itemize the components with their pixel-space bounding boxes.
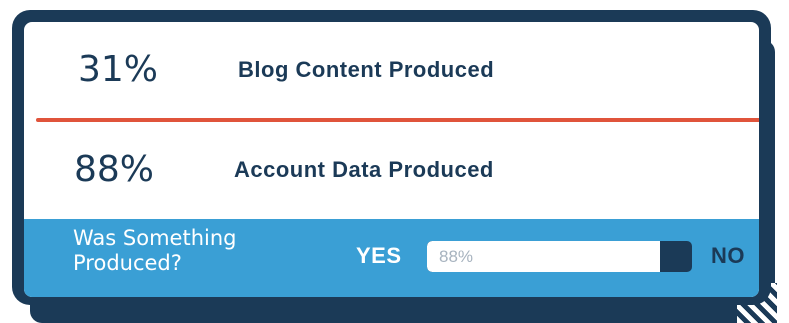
stats-card-body: 31% Blog Content Produced 88% Account Da… — [24, 22, 759, 297]
poll-yes-button[interactable]: YES — [356, 243, 402, 269]
stat-value-blog: 31% — [78, 49, 159, 90]
poll-progress-text: 88% — [439, 247, 474, 266]
poll-question: Was Something Produced? — [73, 226, 237, 275]
stat-label-blog: Blog Content Produced — [238, 56, 495, 82]
stat-value-account: 88% — [74, 149, 155, 190]
poll-band: Was Something Produced? YES 88% NO — [24, 219, 759, 297]
stat-row-blog: 31% Blog Content Produced — [24, 22, 759, 117]
stats-card: 31% Blog Content Produced 88% Account Da… — [12, 10, 771, 305]
stat-row-account: 88% Account Data Produced — [24, 122, 759, 217]
stat-label-account: Account Data Produced — [234, 156, 494, 182]
poll-no-button[interactable]: NO — [711, 243, 745, 269]
poll-progress-bar[interactable]: 88% — [427, 241, 692, 272]
